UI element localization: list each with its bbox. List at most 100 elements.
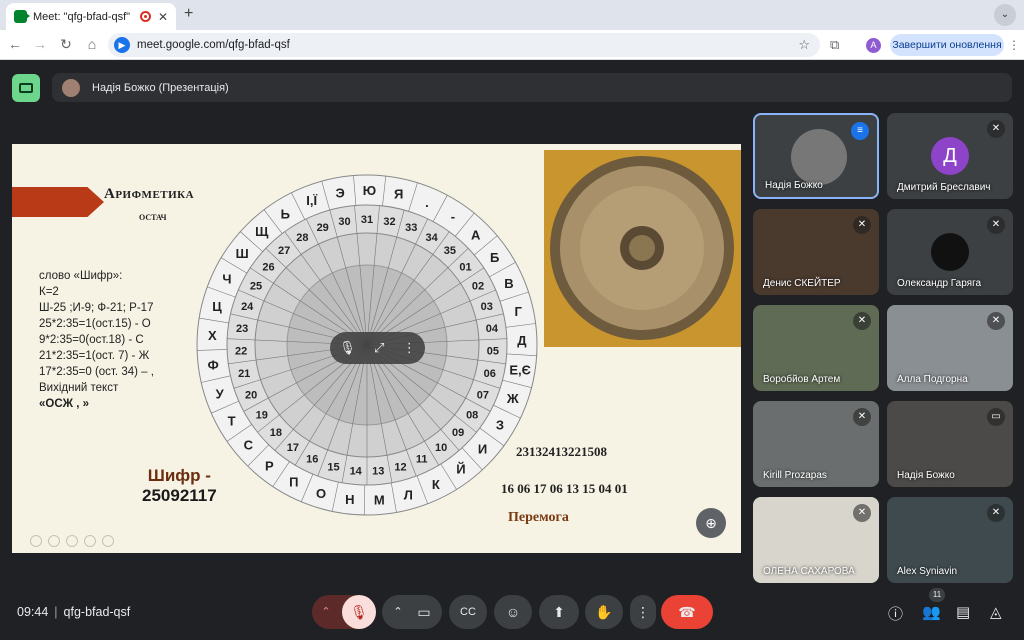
participant-name: Алла Подгорна: [897, 374, 968, 385]
presentation-bar: Надія Божко (Презентація): [52, 73, 1012, 102]
cipher-letter: І,Ї: [306, 193, 317, 208]
more-options-icon[interactable]: ⋮: [403, 340, 416, 356]
cipher-number: 30: [338, 216, 350, 228]
people-icon[interactable]: 👥: [922, 603, 941, 621]
browser-menu-icon[interactable]: ⋮: [1008, 38, 1020, 52]
mic-off-icon[interactable]: 🎙: [342, 595, 376, 629]
slide-nav-dots: [30, 535, 114, 547]
mic-options-icon[interactable]: ⌃: [312, 595, 340, 629]
profile-avatar[interactable]: A: [866, 38, 881, 53]
extensions-icon[interactable]: ⧉: [830, 37, 839, 53]
mic-off-icon[interactable]: 🎙: [339, 340, 356, 356]
cipher-letter: М: [374, 493, 385, 508]
participant-name: Дмитрий Бреславич: [897, 182, 991, 193]
explanation-line: «ОСЖ , »: [39, 398, 90, 410]
cipher-letter: Л: [404, 487, 413, 502]
close-tab-icon[interactable]: ✕: [158, 10, 168, 24]
camera-control[interactable]: ⌃ ▭: [382, 595, 442, 629]
participant-tile[interactable]: ✕ ОЛЕНА САХАРОВА: [753, 497, 879, 583]
mic-control[interactable]: ⌃ 🎙: [312, 595, 376, 629]
cipher-number: 09: [452, 427, 464, 439]
cipher-number: 03: [481, 301, 493, 313]
tab-title: Meet: "qfg-bfad-qsf": [33, 10, 131, 23]
participant-tile[interactable]: ✕ Олександр Гаряга: [887, 209, 1013, 295]
participant-name: Воробйов Артем: [763, 374, 841, 385]
cipher-number: 02: [472, 280, 484, 292]
cipher-number: 16: [306, 454, 318, 466]
cipher-letter: З: [496, 418, 504, 433]
cipher-letter: С: [244, 438, 254, 453]
activities-icon[interactable]: ◬: [990, 603, 1002, 621]
explanation-line: К=2: [39, 286, 59, 298]
mic-muted-icon: ✕: [987, 120, 1005, 138]
explanation-line: слово «Шифр»:: [39, 270, 123, 282]
raise-hand-button[interactable]: ✋: [585, 595, 623, 629]
camera-icon[interactable]: ▭: [412, 595, 436, 629]
cipher-number: 22: [235, 346, 247, 358]
device-icon[interactable]: [12, 74, 40, 102]
captions-button[interactable]: CC: [449, 595, 487, 629]
cipher-letter: Ж: [506, 391, 519, 406]
pin-icon[interactable]: ⤢: [374, 340, 384, 356]
participant-name: Денис СКЕЙТЕР: [763, 278, 841, 289]
participant-tile[interactable]: Д ✕ Дмитрий Бреславич: [887, 113, 1013, 199]
emoji-button[interactable]: ☺: [494, 595, 532, 629]
bookmark-star-icon[interactable]: ☆: [798, 37, 810, 53]
chat-icon[interactable]: ▤: [956, 603, 970, 621]
cipher-number: 18: [270, 427, 282, 439]
cipher-number: 04: [486, 323, 499, 335]
cipher-number: 23: [236, 323, 248, 335]
browser-tab[interactable]: Meet: "qfg-bfad-qsf" ✕: [6, 3, 176, 30]
participant-tile[interactable]: ✕ Alex Syniavin: [887, 497, 1013, 583]
recording-icon: [139, 11, 151, 22]
participant-tile[interactable]: ▭ Надія Божко: [887, 401, 1013, 487]
tab-search-icon[interactable]: ⌄: [994, 4, 1016, 26]
presenting-icon: ▭: [987, 408, 1005, 426]
forward-icon[interactable]: →: [31, 36, 49, 52]
cipher-number: 19: [256, 409, 268, 421]
presenter-avatar: [62, 78, 80, 97]
reload-icon[interactable]: ↻: [57, 36, 75, 53]
mic-muted-icon: ✕: [853, 216, 871, 234]
mic-muted-icon: ✕: [853, 504, 871, 522]
participant-tile[interactable]: ✕ Алла Подгорна: [887, 305, 1013, 391]
participant-tile[interactable]: ≡ Надія Божко: [753, 113, 879, 199]
cipher-number: 13: [372, 466, 384, 478]
explanation-line: 25*2:35=1(ост.15) - О: [39, 318, 151, 330]
site-info-icon[interactable]: ▶: [114, 37, 130, 53]
cipher-number: 15: [327, 462, 339, 474]
cipher-letter: Э: [335, 185, 344, 200]
address-bar[interactable]: ▶ meet.google.com/qfg-bfad-qsf ☆: [108, 33, 820, 57]
decoded-word: Перемога: [508, 510, 569, 525]
cipher-number: 08: [466, 409, 478, 421]
cipher-number: 11: [416, 454, 428, 466]
cipher-number: 12: [394, 462, 406, 474]
participant-tile[interactable]: ✕ Денис СКЕЙТЕР: [753, 209, 879, 295]
presentation-slide: Арифметика остач слово «Шифр»: К=2 Ш-25 …: [12, 144, 741, 553]
explanation-line: 9*2:35=0(ост.18) - С: [39, 334, 144, 346]
cipher-number: 29: [317, 222, 329, 234]
more-options-button[interactable]: ⋮: [630, 595, 656, 629]
cipher-number: 34: [425, 232, 438, 244]
update-button[interactable]: Завершити оновлення: [890, 34, 1004, 56]
meeting-details-icon[interactable]: ⓘ: [888, 603, 903, 624]
cipher-number: 21: [238, 368, 250, 380]
zoom-icon[interactable]: ⊕: [696, 508, 726, 538]
presentation-title: Надія Божко (Презентація): [92, 81, 229, 94]
mic-muted-icon: ✕: [987, 504, 1005, 522]
cipher-number: 31: [361, 214, 373, 226]
cipher-number: 05: [487, 346, 499, 358]
participant-tile[interactable]: ✕ Kirill Prozapas: [753, 401, 879, 487]
meeting-code: qfg-bfad-qsf: [63, 605, 131, 619]
slide-controls: 🎙 ⤢ ⋮: [330, 332, 425, 364]
participant-tile[interactable]: ✕ Воробйов Артем: [753, 305, 879, 391]
home-icon[interactable]: ⌂: [83, 36, 101, 52]
camera-options-icon[interactable]: ⌃: [386, 595, 410, 629]
back-icon[interactable]: ←: [6, 36, 24, 52]
cipher-letter: Ц: [212, 299, 222, 314]
new-tab-button[interactable]: +: [184, 5, 193, 23]
present-button[interactable]: ⬆: [539, 595, 579, 629]
browser-tab-strip: Meet: "qfg-bfad-qsf" ✕ + ⌄: [0, 0, 1024, 30]
cipher-disk-photo: [544, 150, 741, 347]
leave-call-button[interactable]: ☎: [661, 595, 713, 629]
